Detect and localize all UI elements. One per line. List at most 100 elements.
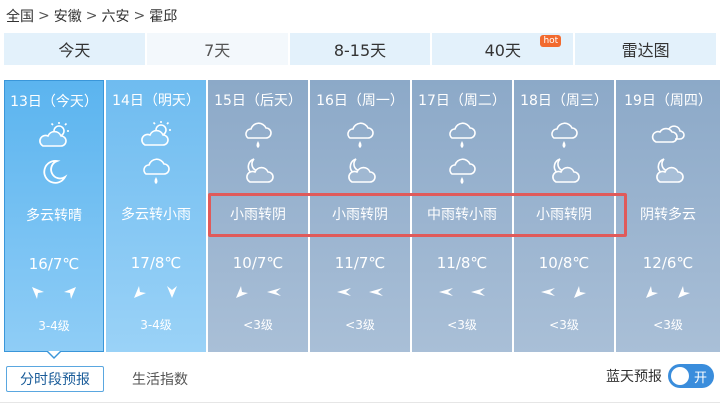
wind-arrow-icon (266, 284, 282, 304)
temperature-range: 11/7℃ (334, 254, 386, 272)
toggle-knob (671, 367, 689, 385)
moon-icon (5, 157, 103, 187)
partly-cloudy-sun-icon (106, 120, 206, 148)
tab-7-days[interactable]: 7天 (146, 33, 288, 65)
tab-radar[interactable]: 雷达图 (575, 33, 716, 65)
wind-level: <3级 (653, 318, 683, 332)
cloudy-moon-icon (616, 156, 720, 186)
tab-hourly-forecast[interactable]: 分时段预报 (6, 366, 104, 392)
temperature-range: 12/6℃ (642, 254, 694, 272)
tab-40-days[interactable]: 40天 hot (432, 33, 574, 65)
wind-arrow-icon (676, 284, 692, 304)
today-pointer-inner (48, 351, 60, 357)
rain-icon (208, 120, 308, 152)
wind-level: 3-4级 (140, 318, 172, 332)
weather-description: 中雨转小雨 (427, 207, 497, 223)
wind-direction (514, 284, 614, 304)
day-date: 19日（周四） (624, 93, 712, 109)
temperature-range: 10/8℃ (538, 254, 590, 272)
day-date: 14日（明天） (112, 93, 200, 109)
day-card-13[interactable]: 13日（今天） 多云转晴 16/7℃ 3-4级 (4, 80, 104, 352)
wind-arrow-icon (368, 284, 384, 304)
bluesky-forecast-label: 蓝天预报 (606, 369, 662, 385)
wind-arrow-icon (164, 284, 180, 304)
wind-arrow-icon (336, 284, 352, 304)
day-card-17[interactable]: 17日（周二） 中雨转小雨 11/8℃ <3级 (412, 80, 512, 352)
wind-arrow-icon (470, 284, 486, 304)
day-date: 16日（周一） (316, 93, 404, 109)
wind-level: <3级 (549, 318, 579, 332)
wind-direction (310, 284, 410, 304)
sub-tab-label: 生活指数 (132, 372, 188, 388)
forecast-tabs: 今天 7天 8-15天 40天 hot 雷达图 (4, 33, 716, 65)
weather-description: 小雨转阴 (332, 207, 388, 223)
sub-tab-label: 分时段预报 (20, 372, 90, 388)
wind-arrow-icon (438, 284, 454, 304)
divider (0, 402, 720, 403)
cloudy-icon (616, 120, 720, 146)
day-date: 15日（后天） (214, 93, 302, 109)
breadcrumb-separator: > (133, 8, 146, 24)
day-card-18[interactable]: 18日（周三） 小雨转阴 10/8℃ <3级 (514, 80, 614, 352)
weather-description: 多云转小雨 (121, 207, 191, 223)
wind-level: <3级 (345, 318, 375, 332)
weather-description: 阴转多云 (640, 207, 696, 223)
weather-description: 小雨转阴 (230, 207, 286, 223)
day-card-15[interactable]: 15日（后天） 小雨转阴 10/7℃ <3级 (208, 80, 308, 352)
tab-label: 雷达图 (621, 41, 670, 60)
toggle-label: 开 (693, 371, 707, 386)
breadcrumb-item-national[interactable]: 全国 (6, 6, 34, 26)
wind-direction (106, 284, 206, 304)
breadcrumb: 全国 > 安徽 > 六安 > 霍邱 (6, 6, 177, 26)
temperature-range: 10/7℃ (232, 254, 284, 272)
wind-arrow-icon (234, 284, 250, 304)
wind-direction (208, 284, 308, 304)
tab-8-15-days[interactable]: 8-15天 (289, 33, 431, 65)
weather-description: 小雨转阴 (536, 207, 592, 223)
day-date: 17日（周二） (418, 93, 506, 109)
partly-cloudy-sun-icon (5, 121, 103, 149)
breadcrumb-item-province[interactable]: 安徽 (54, 6, 82, 26)
wind-direction (5, 285, 103, 305)
weather-description: 多云转晴 (26, 208, 82, 224)
seven-day-forecast: 13日（今天） 多云转晴 16/7℃ 3-4级 14日（明天） 多云转小雨 17… (4, 80, 720, 352)
breadcrumb-separator: > (85, 8, 98, 24)
tab-life-index[interactable]: 生活指数 (120, 366, 200, 392)
tab-today[interactable]: 今天 (4, 33, 145, 65)
cloudy-moon-icon (514, 156, 614, 186)
wind-arrow-icon (572, 284, 588, 304)
tab-label: 8-15天 (333, 41, 387, 60)
wind-arrow-icon (540, 284, 556, 304)
wind-direction (412, 284, 512, 304)
tab-label: 今天 (58, 41, 91, 60)
day-card-19[interactable]: 19日（周四） 阴转多云 12/6℃ <3级 (616, 80, 720, 352)
cloudy-moon-icon (310, 156, 410, 186)
wind-arrow-icon (30, 285, 46, 305)
rain-icon (310, 120, 410, 152)
wind-arrow-icon (644, 284, 660, 304)
temperature-range: 17/8℃ (130, 254, 182, 272)
breadcrumb-item-county: 霍邱 (149, 9, 178, 25)
breadcrumb-separator: > (38, 8, 50, 24)
day-card-14[interactable]: 14日（明天） 多云转小雨 17/8℃ 3-4级 (106, 80, 206, 352)
breadcrumb-item-city[interactable]: 六安 (101, 6, 129, 26)
cloudy-moon-icon (208, 156, 308, 186)
rain-icon (412, 156, 512, 188)
wind-level: 3-4级 (38, 319, 70, 333)
wind-arrow-icon (62, 285, 78, 305)
day-date: 18日（周三） (520, 93, 608, 109)
bluesky-toggle[interactable]: 开 (668, 364, 714, 388)
day-date: 13日（今天） (10, 94, 98, 110)
temperature-range: 11/8℃ (436, 254, 488, 272)
wind-arrow-icon (132, 284, 148, 304)
temperature-range: 16/7℃ (28, 255, 80, 273)
day-card-16[interactable]: 16日（周一） 小雨转阴 11/7℃ <3级 (310, 80, 410, 352)
wind-level: <3级 (447, 318, 477, 332)
rain-icon (106, 156, 206, 188)
wind-direction (616, 284, 720, 304)
hot-badge: hot (540, 35, 562, 47)
rain-icon (514, 120, 614, 152)
tab-label: 40天 (484, 41, 521, 60)
rain-icon (412, 120, 512, 152)
tab-label: 7天 (204, 41, 231, 60)
